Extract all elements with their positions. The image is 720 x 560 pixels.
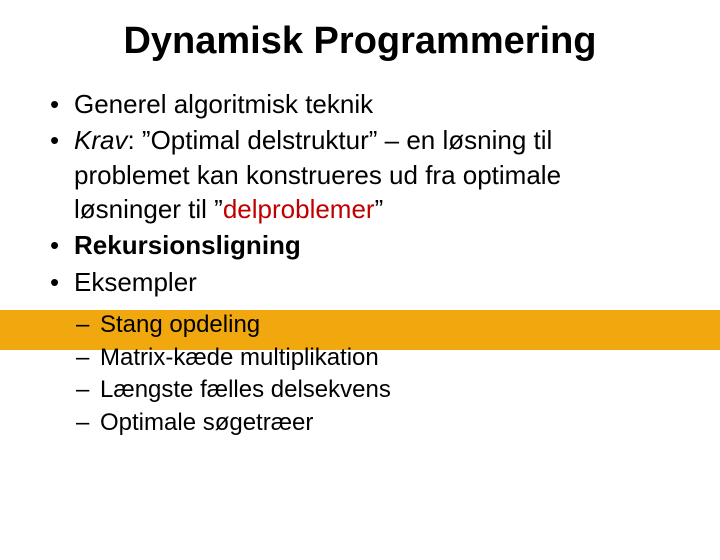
sub-item-4: – Optimale søgetræer: [72, 407, 674, 440]
slide-content: • Generel algoritmisk teknik • Krav: ”Op…: [0, 87, 720, 439]
bullet-item-1: • Generel algoritmisk teknik: [46, 87, 674, 121]
dash-icon: –: [76, 374, 89, 407]
bullet-icon: •: [50, 265, 59, 299]
dash-icon: –: [76, 342, 89, 375]
bullet-icon: •: [50, 123, 59, 157]
bullet-text: Generel algoritmisk teknik: [74, 89, 373, 119]
sub-item-2: – Matrix-kæde multiplikation: [72, 342, 674, 375]
bullet-text-red: delproblemer: [223, 194, 375, 224]
sub-item-1: – Stang opdeling: [72, 309, 674, 342]
dash-icon: –: [76, 407, 89, 440]
bullet-sep: :: [127, 125, 141, 155]
bullet-item-2: • Krav: ”Optimal delstruktur” – en løsni…: [46, 123, 674, 226]
sub-item-3: – Længste fælles delsekvens: [72, 374, 674, 407]
bullet-item-4: • Eksempler: [46, 265, 674, 299]
bullet-text: Rekursionsligning: [74, 230, 301, 260]
bullet-icon: •: [50, 228, 59, 262]
sub-text: Længste fælles delsekvens: [100, 376, 391, 403]
sub-text: Stang opdeling: [100, 311, 260, 338]
bullet-icon: •: [50, 87, 59, 121]
bullet-lead: Krav: [74, 125, 127, 155]
slide: Dynamisk Programmering • Generel algorit…: [0, 20, 720, 560]
sub-text: Optimale søgetræer: [100, 409, 313, 436]
sub-text: Matrix-kæde multiplikation: [100, 344, 379, 371]
slide-title: Dynamisk Programmering: [0, 20, 720, 63]
bullet-item-3: • Rekursionsligning: [46, 228, 674, 262]
bullet-text-part2: ”: [375, 194, 384, 224]
dash-icon: –: [76, 309, 89, 342]
sub-list: – Stang opdeling – Matrix-kæde multiplik…: [46, 309, 674, 440]
bullet-text: Eksempler: [74, 267, 197, 297]
